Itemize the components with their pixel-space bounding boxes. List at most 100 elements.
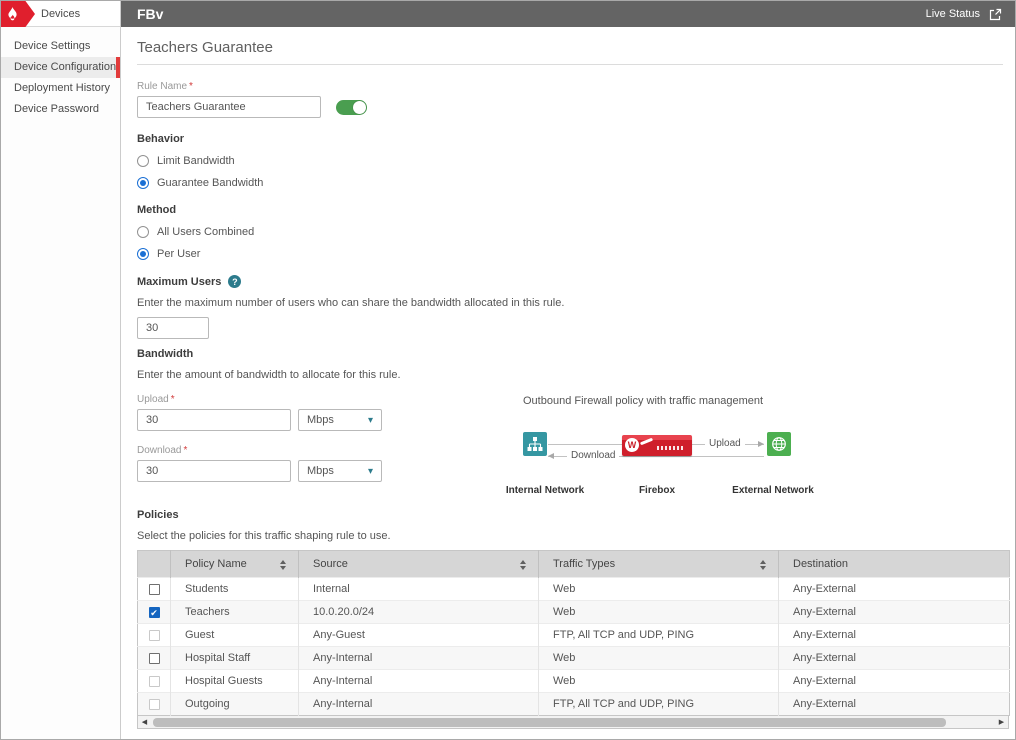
row-checkbox[interactable] <box>149 653 160 664</box>
cell-policy-name: Teachers <box>171 601 299 624</box>
horizontal-scrollbar[interactable]: ◀ ▶ <box>137 716 1009 729</box>
radio-label: Guarantee Bandwidth <box>157 177 263 189</box>
policies-table: Policy Name Source Traffic Types <box>137 550 1009 729</box>
policies-table-body: StudentsInternalWebAny-External✔Teachers… <box>138 578 1010 716</box>
rule-name-label: Rule Name* <box>137 81 1003 92</box>
cell-traffic-types: Web <box>539 578 779 601</box>
live-status-link[interactable]: Live Status <box>926 8 1002 21</box>
column-header-policy-name[interactable]: Policy Name <box>171 551 299 578</box>
radio-button[interactable] <box>137 155 149 167</box>
table-row[interactable]: ✔Teachers10.0.20.0/24WebAny-External <box>138 601 1010 624</box>
policies-section-label: Policies <box>137 509 1003 521</box>
maximum-users-label: Maximum Users ? <box>137 275 1003 288</box>
cell-checkbox <box>138 670 171 693</box>
rule-name-input[interactable] <box>137 96 321 118</box>
radio-button[interactable] <box>137 248 149 260</box>
help-icon[interactable]: ? <box>228 275 241 288</box>
download-arrowhead-icon <box>548 453 554 459</box>
column-header-traffic-types[interactable]: Traffic Types <box>539 551 779 578</box>
external-link-icon <box>989 8 1002 21</box>
sidebar-nav: Device SettingsDevice ConfigurationDeplo… <box>1 27 120 120</box>
rule-enabled-toggle[interactable] <box>336 100 367 115</box>
sort-icon[interactable] <box>760 560 766 570</box>
cell-source: Any-Internal <box>299 670 539 693</box>
cell-policy-name: Outgoing <box>171 693 299 716</box>
behavior-section-label: Behavior <box>137 133 1003 145</box>
behavior-option-guarantee[interactable]: Guarantee Bandwidth <box>137 177 1003 189</box>
cell-checkbox <box>138 693 171 716</box>
required-asterisk: * <box>183 445 187 456</box>
maximum-users-input[interactable] <box>137 317 209 339</box>
sort-icon[interactable] <box>520 560 526 570</box>
row-checkbox[interactable] <box>149 676 160 687</box>
radio-label: Per User <box>157 248 200 260</box>
cell-traffic-types: FTP, All TCP and UDP, PING <box>539 624 779 647</box>
download-input[interactable] <box>137 460 291 482</box>
table-row[interactable]: Hospital StaffAny-InternalWebAny-Externa… <box>138 647 1010 670</box>
firebox-device-icon: W <box>622 435 692 456</box>
table-row[interactable]: OutgoingAny-InternalFTP, All TCP and UDP… <box>138 693 1010 716</box>
cell-policy-name: Hospital Staff <box>171 647 299 670</box>
radio-button[interactable] <box>137 226 149 238</box>
watchguard-logo-icon: W <box>625 438 639 452</box>
row-checkbox[interactable] <box>149 630 160 641</box>
method-section-label: Method <box>137 204 1003 216</box>
firebox-vents <box>657 446 685 450</box>
cell-destination: Any-External <box>779 647 1010 670</box>
row-checkbox[interactable] <box>149 584 160 595</box>
method-option-all-users[interactable]: All Users Combined <box>137 226 1003 238</box>
scrollbar-track[interactable] <box>151 718 995 727</box>
cell-policy-name: Students <box>171 578 299 601</box>
upload-unit-select[interactable]: Mbps ▾ <box>298 409 382 431</box>
sidebar-item-device-password[interactable]: Device Password <box>1 99 120 120</box>
scroll-right-arrow-icon[interactable]: ▶ <box>995 716 1008 729</box>
cell-source: Internal <box>299 578 539 601</box>
sidebar-item-deployment-history[interactable]: Deployment History <box>1 78 120 99</box>
sidebar-item-device-settings[interactable]: Device Settings <box>1 36 120 57</box>
devices-breadcrumb[interactable]: Devices <box>1 1 120 27</box>
download-flow-label: Download <box>567 450 619 461</box>
flame-icon <box>7 7 18 21</box>
internal-network-icon <box>523 432 547 456</box>
page-content: Teachers Guarantee Rule Name* Behavior L… <box>121 27 1015 739</box>
cell-destination: Any-External <box>779 670 1010 693</box>
row-checkbox[interactable]: ✔ <box>149 607 160 618</box>
page-title: Teachers Guarantee <box>137 39 1003 65</box>
table-row[interactable]: GuestAny-GuestFTP, All TCP and UDP, PING… <box>138 624 1010 647</box>
sort-icon[interactable] <box>280 560 286 570</box>
radio-button[interactable] <box>137 177 149 189</box>
brand-logo <box>1 1 35 27</box>
app-window: Devices Device SettingsDevice Configurat… <box>1 1 1015 739</box>
cell-policy-name: Guest <box>171 624 299 647</box>
row-checkbox[interactable] <box>149 699 160 710</box>
table-row[interactable]: StudentsInternalWebAny-External <box>138 578 1010 601</box>
cell-checkbox <box>138 578 171 601</box>
scrollbar-thumb[interactable] <box>153 718 946 727</box>
upload-label: Upload* <box>137 394 405 405</box>
required-asterisk: * <box>189 81 193 92</box>
internal-network-label: Internal Network <box>506 485 584 496</box>
sidebar: Devices Device SettingsDevice Configurat… <box>1 1 121 739</box>
maximum-users-description: Enter the maximum number of users who ca… <box>137 297 1003 309</box>
table-row[interactable]: Hospital GuestsAny-InternalWebAny-Extern… <box>138 670 1010 693</box>
external-network-label: External Network <box>732 485 814 496</box>
cell-traffic-types: Web <box>539 670 779 693</box>
upload-input[interactable] <box>137 409 291 431</box>
cell-source: Any-Guest <box>299 624 539 647</box>
cell-source: Any-Internal <box>299 647 539 670</box>
cell-traffic-types: Web <box>539 601 779 624</box>
bandwidth-section-label: Bandwidth <box>137 348 1003 360</box>
bandwidth-description: Enter the amount of bandwidth to allocat… <box>137 369 1003 381</box>
diagram-caption: Outbound Firewall policy with traffic ma… <box>523 395 791 407</box>
sidebar-item-device-configuration[interactable]: Device Configuration <box>1 57 120 78</box>
cell-source: 10.0.20.0/24 <box>299 601 539 624</box>
cell-policy-name: Hospital Guests <box>171 670 299 693</box>
scroll-left-arrow-icon[interactable]: ◀ <box>138 716 151 729</box>
main-area: FBv Live Status Teachers Guarantee Rule … <box>121 1 1015 739</box>
device-title: FBv <box>137 6 163 22</box>
live-status-label: Live Status <box>926 8 980 20</box>
behavior-option-limit[interactable]: Limit Bandwidth <box>137 155 1003 167</box>
method-option-per-user[interactable]: Per User <box>137 248 1003 260</box>
download-unit-select[interactable]: Mbps ▾ <box>298 460 382 482</box>
column-header-source[interactable]: Source <box>299 551 539 578</box>
